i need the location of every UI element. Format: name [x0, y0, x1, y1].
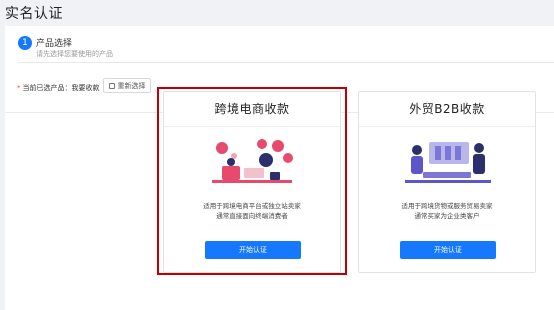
current-selection-text: 当前已选产品：我要收款 — [22, 84, 100, 92]
product-desc-line: 适用于跨境货物或服务贸易卖家 — [401, 202, 493, 210]
step-description: 请先选择您要使用的产品 — [36, 50, 113, 58]
product-card-foreign-trade-b2b[interactable]: 外贸B2B收款 适用于跨境货物或服务贸易卖家 通常买家为企业类客户 开始认证 — [358, 91, 536, 273]
b2b-trade-illustration — [405, 142, 491, 183]
start-verification-button[interactable]: 开始认证 — [400, 241, 496, 259]
product-card-cross-border-ecommerce[interactable]: 跨境电商收款 适用于跨境电商平台或独立站卖家 通常直接面向终端消费者 开始认证 — [163, 91, 341, 273]
ecommerce-illustration — [212, 139, 293, 183]
product-card-title: 外贸B2B收款 — [359, 92, 535, 127]
product-card-title: 跨境电商收款 — [164, 92, 340, 127]
start-verification-button[interactable]: 开始认证 — [205, 241, 301, 259]
step-header: 1 产品选择 请先选择您要使用的产品 — [18, 36, 554, 63]
reselect-button-label: 重新选择 — [117, 81, 146, 90]
product-desc-line: 通常买家为企业类客户 — [414, 212, 480, 220]
current-selection-label: * 当前已选产品：我要收款 — [17, 83, 100, 93]
edit-icon — [108, 82, 115, 89]
step-title: 产品选择 — [36, 39, 73, 49]
required-marker: * — [17, 84, 21, 92]
product-desc-line: 适用于跨境电商平台或独立站卖家 — [203, 202, 301, 210]
product-card-description: 适用于跨境货物或服务贸易卖家 通常买家为企业类客户 — [359, 201, 535, 221]
step-number-badge: 1 — [18, 36, 32, 50]
reselect-button[interactable]: 重新选择 — [103, 78, 151, 93]
page-title: 实名认证 — [5, 6, 63, 22]
product-desc-line: 通常直接面向终端消费者 — [216, 212, 288, 220]
product-card-description: 适用于跨境电商平台或独立站卖家 通常直接面向终端消费者 — [164, 201, 340, 221]
